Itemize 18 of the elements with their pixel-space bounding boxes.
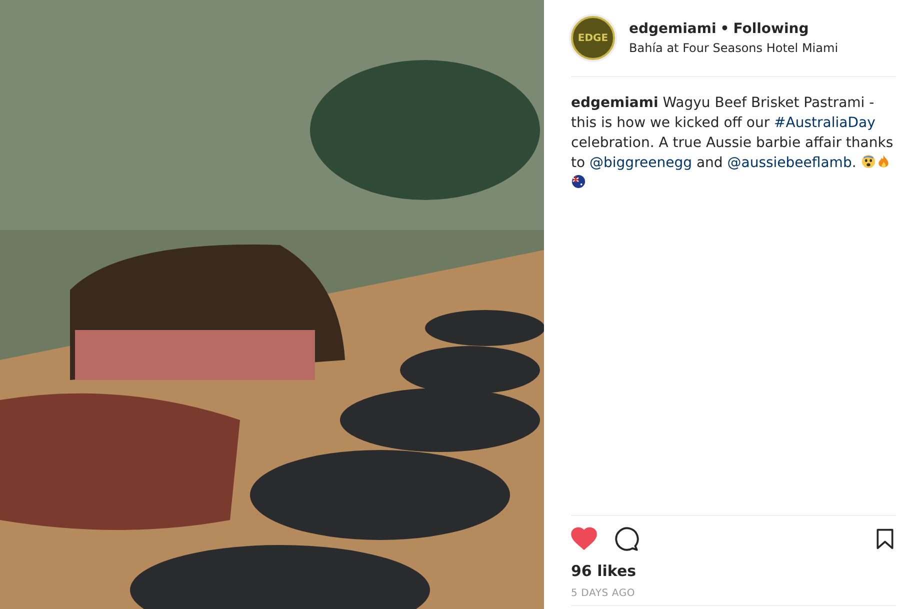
- following-button[interactable]: Following: [733, 21, 809, 37]
- username-link[interactable]: edgemiami: [629, 21, 716, 37]
- separator-dot: •: [720, 21, 730, 37]
- username-link[interactable]: edgemiami: [571, 95, 658, 111]
- avatar[interactable]: EDGE: [571, 16, 615, 60]
- caption-link[interactable]: #AustraliaDay: [774, 115, 876, 131]
- caption-link[interactable]: @biggreenegg: [590, 155, 692, 171]
- post-timestamp: 5 DAYS AGO: [571, 588, 636, 599]
- location-link[interactable]: Bahía at Four Seasons Hotel Miami: [629, 41, 838, 55]
- heart-icon[interactable]: [571, 526, 597, 552]
- caption-link[interactable]: @aussiebeeflamb: [727, 155, 852, 171]
- fire-icon: [876, 154, 891, 169]
- bookmark-icon[interactable]: [874, 526, 896, 552]
- flag-icon: [571, 174, 586, 189]
- comment-icon[interactable]: [613, 526, 639, 552]
- likes-count[interactable]: 96 likes: [571, 562, 636, 580]
- post-caption: edgemiami Wagyu Beef Brisket Pastrami - this is how we kicked off our #AustraliaDay celebration. A true Aussie barbie affair thanks to @biggreenegg and @aussiebeeflamb.: [571, 93, 896, 193]
- fearful-face-icon: [860, 154, 876, 169]
